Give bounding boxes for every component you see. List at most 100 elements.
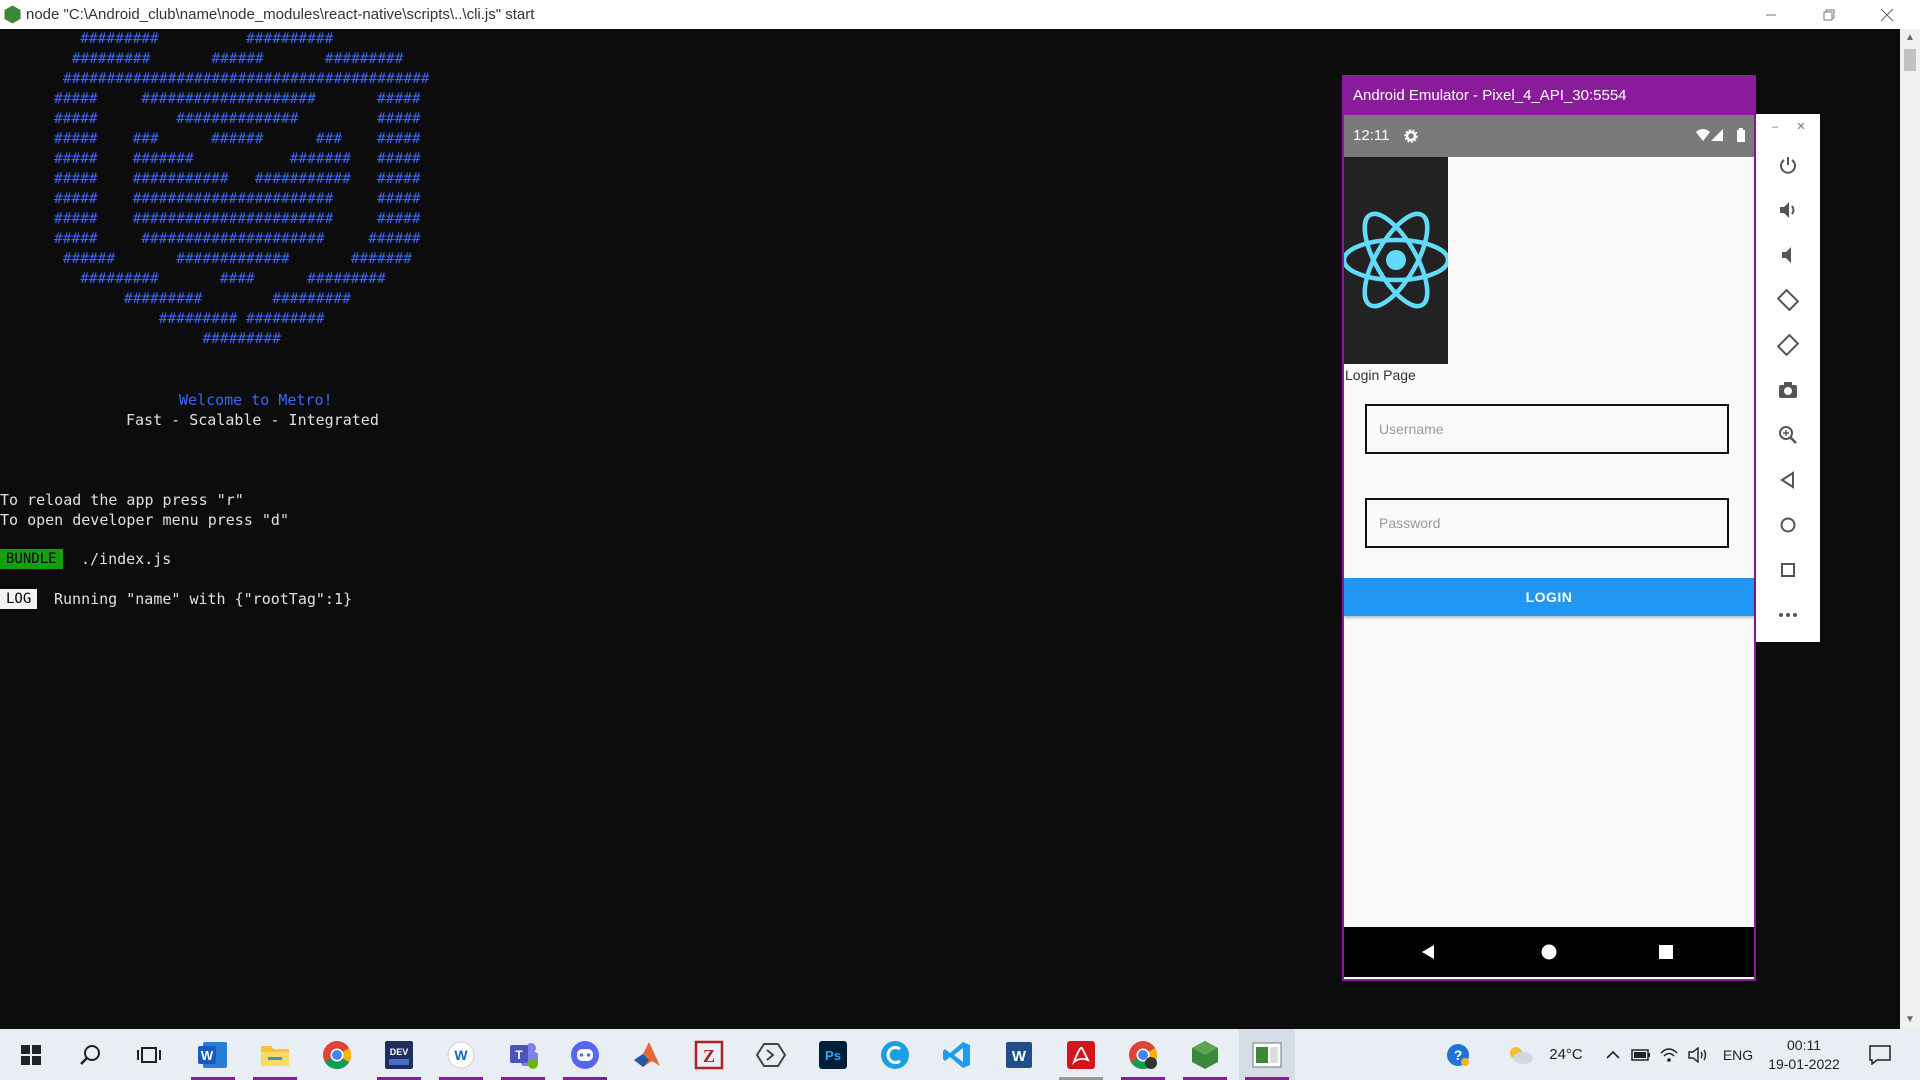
scroll-down-icon[interactable]: ▼ (1900, 1011, 1920, 1029)
taskbar-app[interactable] (743, 1029, 799, 1080)
task-view-button[interactable] (121, 1029, 177, 1080)
rotate-right-button[interactable] (1770, 327, 1806, 363)
nav-overview-icon (1659, 945, 1673, 959)
volume-down-button[interactable] (1770, 237, 1806, 273)
screenshot-button[interactable] (1770, 372, 1806, 408)
scroll-up-icon[interactable]: ▲ (1900, 29, 1920, 47)
password-field[interactable] (1365, 498, 1729, 548)
rotate-right-icon (1777, 334, 1799, 356)
taskbar-app[interactable]: DEV (371, 1029, 427, 1080)
metro-logo-line: ######### ######### (54, 291, 351, 307)
svg-text:T: T (515, 1048, 523, 1062)
react-logo (1341, 157, 1451, 364)
chrome-dev-icon (1129, 1040, 1157, 1069)
taskbar-app[interactable] (247, 1029, 303, 1080)
metro-logo-line: ######### #### ######### (54, 271, 386, 287)
taskbar-app[interactable] (1115, 1029, 1171, 1080)
power-icon (1780, 157, 1796, 174)
svg-text:Ps: Ps (825, 1048, 841, 1063)
taskbar-app[interactable] (867, 1029, 923, 1080)
battery-tray[interactable] (1629, 1029, 1653, 1080)
battery-icon (1631, 1048, 1650, 1061)
volume-up-icon (1780, 202, 1795, 218)
toolbar-close-icon[interactable]: ✕ (1794, 120, 1808, 134)
nav-back-button[interactable] (1398, 927, 1458, 977)
taskbar-app[interactable] (1177, 1029, 1233, 1080)
password-input[interactable] (1367, 500, 1727, 546)
nav-home-icon (1541, 944, 1557, 960)
metro-logo-line: ######### (54, 331, 281, 347)
search-button[interactable] (62, 1029, 118, 1080)
restore-button[interactable] (1800, 0, 1858, 29)
tagline-text: Fast - Scalable - Integrated (126, 411, 379, 429)
clock-time: 00:11 (1787, 1036, 1821, 1053)
metro-logo-line: ###### ############# ####### (54, 251, 412, 267)
taskbar-app[interactable] (929, 1029, 985, 1080)
metro-logo-line: ##### ### ###### ### ##### (54, 131, 421, 147)
nav-overview-button[interactable] (1636, 927, 1696, 977)
nav-home-button[interactable] (1519, 927, 1579, 977)
clock[interactable]: 00:11 19-01-2022 (1762, 1029, 1846, 1080)
emulator-toolbar: – ✕ (1756, 114, 1820, 642)
log-tag: LOG (0, 589, 38, 609)
toolbar-minimize-icon[interactable]: – (1768, 120, 1782, 134)
weather-button[interactable] (1503, 1029, 1537, 1080)
zoom-button[interactable] (1770, 417, 1806, 453)
metro-logo-line: ##### ########### ########### ##### (54, 171, 421, 187)
minimize-icon (1766, 14, 1776, 15)
nav-back-icon (1422, 945, 1434, 959)
bundle-file: ./index.js (81, 550, 172, 568)
settings-icon (1404, 129, 1418, 143)
minimize-button[interactable] (1742, 0, 1800, 29)
scroll-thumb[interactable] (1904, 49, 1916, 71)
taskbar-app-active[interactable] (1239, 1029, 1295, 1080)
start-icon (21, 1044, 41, 1065)
close-button[interactable] (1858, 0, 1916, 29)
taskbar-app[interactable] (309, 1029, 365, 1080)
taskbar-app[interactable]: W (185, 1029, 241, 1080)
power-button[interactable] (1770, 147, 1806, 183)
window-title: node "C:\Android_club\name\node_modules\… (26, 6, 535, 23)
overview-button[interactable] (1770, 552, 1806, 588)
console-scrollbar[interactable]: ▲ ▼ (1900, 29, 1920, 1029)
taskbar-app[interactable]: T (495, 1029, 551, 1080)
android-emulator-window: Android Emulator - Pixel_4_API_30:5554 1… (1341, 75, 1756, 981)
taskbar-app[interactable]: W (991, 1029, 1047, 1080)
username-input[interactable] (1367, 406, 1727, 452)
metro-logo-line: ##### ##################### ###### (54, 231, 421, 247)
taskbar-app[interactable] (1053, 1029, 1109, 1080)
more-button[interactable] (1770, 597, 1806, 633)
chevron-up-icon (1606, 1050, 1620, 1059)
taskbar-app[interactable] (557, 1029, 613, 1080)
battery-icon (1737, 128, 1745, 142)
window-titlebar: node "C:\Android_club\name\node_modules\… (0, 0, 1920, 29)
start-button[interactable] (3, 1029, 59, 1080)
temperature-text[interactable]: 24°C (1541, 1029, 1591, 1080)
network-tray[interactable] (1657, 1029, 1681, 1080)
svg-text:?: ? (1454, 1047, 1463, 1063)
taskbar-app[interactable]: Z (681, 1029, 737, 1080)
svg-text:W: W (454, 1047, 468, 1063)
app-screen: Login Page LOGIN (1341, 157, 1754, 907)
nodejs-icon (4, 5, 21, 24)
metro-logo-line: ##### ####################### ##### (54, 191, 421, 207)
notifications-button[interactable] (1862, 1029, 1898, 1080)
username-field[interactable] (1365, 404, 1729, 454)
home-button[interactable] (1770, 507, 1806, 543)
volume-tray[interactable] (1685, 1029, 1711, 1080)
taskbar-app[interactable]: W (433, 1029, 489, 1080)
overview-icon (1781, 563, 1795, 577)
show-hidden-icons-button[interactable] (1601, 1029, 1625, 1080)
taskbar-app[interactable]: Ps (805, 1029, 861, 1080)
search-icon (80, 1044, 100, 1065)
zoom-icon (1779, 426, 1797, 444)
help-button[interactable]: ? (1441, 1029, 1475, 1080)
back-button[interactable] (1770, 462, 1806, 498)
taskbar-app[interactable] (619, 1029, 675, 1080)
login-button[interactable]: LOGIN (1344, 578, 1754, 616)
terminal-icon (1252, 1042, 1282, 1067)
volume-up-button[interactable] (1770, 192, 1806, 228)
language-indicator[interactable]: ENG (1717, 1029, 1759, 1080)
wifi-icon (1696, 129, 1710, 141)
rotate-left-button[interactable] (1770, 282, 1806, 318)
